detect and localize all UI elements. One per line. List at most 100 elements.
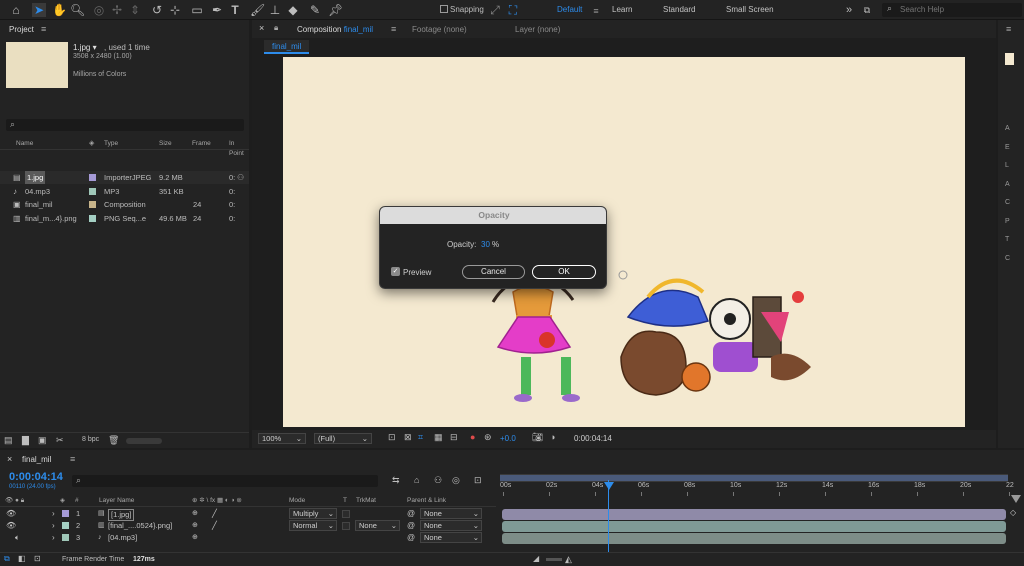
tab-effects-icon[interactable]: E xyxy=(1005,139,1010,158)
track-matte-dropdown[interactable]: None ⌄ xyxy=(355,520,400,531)
layer-row[interactable]: 🔈︎ › 3 ♪ [04.mp3] ⊕ @ None ⌄ xyxy=(0,532,496,544)
preserve-transparency-checkbox[interactable] xyxy=(342,522,350,530)
flowchart-icon[interactable]: ⚇ xyxy=(237,173,244,182)
quality-switch-icon[interactable]: ╱ xyxy=(212,520,217,532)
workspace-menu-icon[interactable]: ≡ xyxy=(589,4,603,18)
layer-name[interactable]: [04.mp3] xyxy=(108,532,137,544)
eraser-tool-icon[interactable]: ◆ xyxy=(286,3,300,17)
project-row[interactable]: ♪ 04.mp3 MP3 351 KB 0: xyxy=(0,185,249,198)
layer-search-field[interactable]: ⌕ xyxy=(72,475,378,487)
project-menu-icon[interactable]: ≡ xyxy=(41,24,46,34)
snap-features-icon[interactable]: ⛶ xyxy=(506,3,520,17)
rectangle-tool-icon[interactable]: ▭ xyxy=(190,3,204,17)
preserve-transparency-checkbox[interactable] xyxy=(342,510,350,518)
trash-icon[interactable]: 🗑︎ xyxy=(108,435,119,446)
search-help-input[interactable] xyxy=(900,4,1018,15)
col-parent[interactable]: Parent & Link xyxy=(407,496,446,506)
lock-icon[interactable]: 🔒︎ xyxy=(274,23,278,33)
roto-brush-icon[interactable]: ✎ xyxy=(308,3,322,17)
pick-whip-icon[interactable]: @ xyxy=(407,532,415,544)
playhead-handle[interactable] xyxy=(604,482,614,490)
adjust-project-settings-icon[interactable]: ✂ xyxy=(56,435,64,446)
pick-whip-icon[interactable]: @ xyxy=(407,508,415,520)
snap-edges-icon[interactable]: ⤢ xyxy=(488,3,502,17)
project-search-field[interactable]: ⌕ xyxy=(6,119,244,131)
tab-libraries-icon[interactable]: L xyxy=(1005,157,1010,176)
label-color-swatch[interactable] xyxy=(62,510,69,517)
tab-character-icon[interactable]: C xyxy=(1005,194,1010,213)
expand-chevron-icon[interactable]: › xyxy=(52,520,55,532)
col-trkmat[interactable]: TrkMat xyxy=(356,496,376,506)
workspace-learn[interactable]: Learn xyxy=(612,5,632,14)
toggle-switches-icon[interactable]: ⧉ xyxy=(4,554,10,564)
tab-paragraph-icon[interactable]: P xyxy=(1005,213,1010,232)
pen-tool-icon[interactable]: ✒ xyxy=(210,3,224,17)
rotate-tool-icon[interactable]: ↺ xyxy=(150,3,164,17)
tab-tracker-icon[interactable]: T xyxy=(1005,231,1010,250)
label-color-swatch[interactable] xyxy=(89,174,96,181)
interpret-footage-icon[interactable]: ▤ xyxy=(4,435,13,446)
eye-icon[interactable]: 👁︎ xyxy=(6,508,16,520)
shy-switch-icon[interactable]: ⊕ xyxy=(192,532,198,544)
close-icon[interactable]: × xyxy=(7,454,12,464)
switches-icon[interactable]: ⊕ ✲ \ fx ▦ ◐ ◑ ⊚ xyxy=(192,496,242,506)
zoom-in-icon[interactable]: ◭ xyxy=(565,554,572,565)
view-options-icon[interactable]: ⊟ xyxy=(450,432,458,443)
layer-row[interactable]: 👁︎ › 1 ▤ [1.jpg] ⊕ ╱ Multiply ⌄ @ None ⌄ xyxy=(0,508,496,521)
tab-audio-icon[interactable]: A xyxy=(1005,120,1010,139)
expand-chevron-icon[interactable]: › xyxy=(52,508,55,520)
transparency-grid-icon[interactable]: ⊠ xyxy=(404,432,412,443)
exposure-value[interactable]: +0.0 xyxy=(500,434,516,443)
zoom-tool-icon[interactable]: 🔍︎ xyxy=(70,3,85,17)
file-name[interactable]: final_m...4}.png xyxy=(25,212,77,225)
comp-marker-icon[interactable]: ⇆ xyxy=(392,475,400,486)
layer-bar[interactable] xyxy=(502,521,1006,532)
channel-icon[interactable]: ● xyxy=(470,432,475,442)
puppet-tool-icon[interactable]: 📌︎ xyxy=(328,3,343,17)
tab-align-icon[interactable]: A xyxy=(1005,176,1010,195)
snapshot-camera-icon[interactable]: 📷︎ xyxy=(532,432,543,443)
selected-item-name[interactable]: 1.jpg ▾ xyxy=(73,43,97,52)
project-row[interactable]: ▥ final_m...4}.png PNG Seq...e 49.6 MB 24 0: xyxy=(0,212,249,225)
col-mode[interactable]: Mode xyxy=(289,496,305,506)
frame-blending-icon[interactable]: ◎ xyxy=(452,475,460,486)
keyframe-icon[interactable]: ◇ xyxy=(1010,508,1016,517)
file-name[interactable]: 04.mp3 xyxy=(25,185,50,198)
search-help-field[interactable]: ⌕ xyxy=(882,3,1022,17)
clone-stamp-icon[interactable]: ⊥ xyxy=(268,3,282,17)
file-name[interactable]: final_mil xyxy=(25,198,53,211)
workspace-default[interactable]: Default xyxy=(557,5,582,14)
zoom-dropdown[interactable]: 100% ⌄ xyxy=(258,433,306,444)
pan-tool-icon[interactable]: ✢ xyxy=(110,3,124,17)
toggle-modes-icon[interactable]: ◧ xyxy=(18,554,26,563)
parent-dropdown[interactable]: None ⌄ xyxy=(420,508,482,519)
show-snapshot-icon[interactable]: ◑ xyxy=(550,432,555,442)
playhead-line[interactable] xyxy=(608,480,609,552)
col-type[interactable]: Type xyxy=(104,139,118,149)
workspace-small-screen[interactable]: Small Screen xyxy=(726,5,774,14)
col-size[interactable]: Size xyxy=(159,139,172,149)
label-color-swatch[interactable] xyxy=(89,187,96,195)
tab-content-aware-icon[interactable]: C xyxy=(1005,250,1010,269)
col-name[interactable]: Name xyxy=(16,139,33,149)
current-time-display[interactable]: 0:00:04:14 xyxy=(9,471,63,483)
draft-3d-icon[interactable]: ⌂ xyxy=(414,475,419,485)
orbit-tool-icon[interactable]: ◎ xyxy=(92,3,106,17)
footage-tab[interactable]: Footage (none) xyxy=(412,25,467,34)
work-area-end-marker[interactable] xyxy=(1011,495,1021,503)
dolly-tool-icon[interactable]: ⇕ xyxy=(128,3,142,17)
preview-checkbox[interactable]: ✓ xyxy=(391,267,400,276)
label-color-swatch[interactable] xyxy=(62,522,69,529)
work-area-bar[interactable] xyxy=(500,474,1008,482)
shy-switch-icon[interactable]: ⊕ xyxy=(192,520,198,532)
av-features-icon[interactable]: 👁︎ ● 🔒︎ xyxy=(5,496,24,506)
viewer-timecode[interactable]: 0:00:04:14 xyxy=(574,434,612,443)
timeline-zoom-slider[interactable] xyxy=(546,558,562,561)
shy-switch-icon[interactable]: ⊕ xyxy=(192,508,198,520)
composition-menu-icon[interactable]: ≡ xyxy=(391,24,396,34)
sync-settings-icon[interactable]: ⧉ xyxy=(860,3,874,17)
thumbnail-size-slider[interactable] xyxy=(126,438,162,444)
close-icon[interactable]: × xyxy=(259,23,264,33)
col-frame[interactable]: Frame xyxy=(192,139,211,149)
bit-depth[interactable]: 8 bpc xyxy=(82,436,99,443)
